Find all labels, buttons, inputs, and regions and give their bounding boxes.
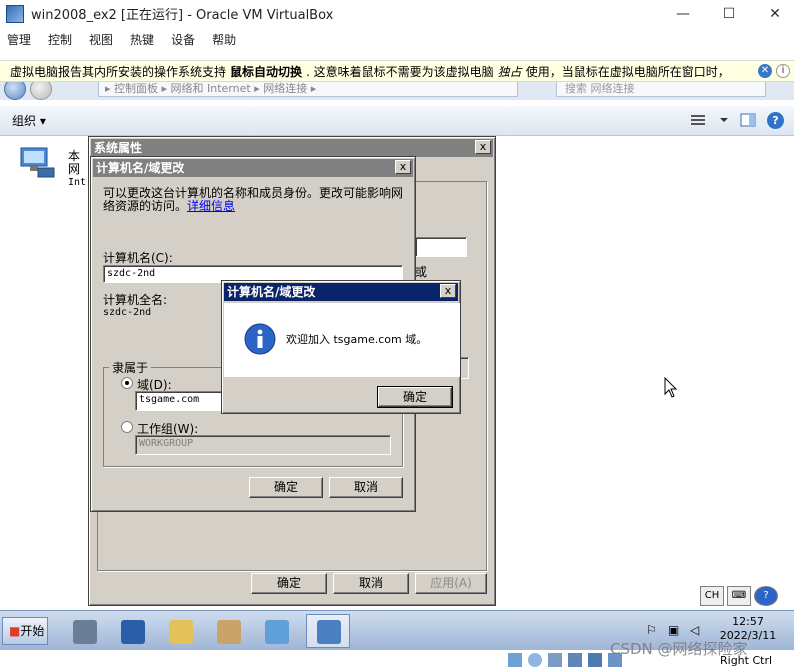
- menu-control[interactable]: 控制: [48, 31, 72, 48]
- search-input[interactable]: 搜索 网络连接: [556, 80, 766, 97]
- welcome-ok-button[interactable]: 确定: [377, 386, 453, 408]
- menu-devices[interactable]: 设备: [171, 31, 195, 48]
- language-bar: CH ⌨ ?: [700, 586, 778, 608]
- storage-icon[interactable]: [508, 653, 522, 667]
- host-titlebar: win2008_ex2 [正在运行] - Oracle VM VirtualBo…: [0, 0, 794, 27]
- computer-name-close-button[interactable]: x: [395, 160, 411, 174]
- system-taskbar-button[interactable]: [206, 614, 250, 648]
- network-adapter-icon: [20, 147, 55, 178]
- menu-hotkeys[interactable]: 热键: [130, 31, 154, 48]
- system-tools-icon: [217, 620, 241, 644]
- member-of-label: 隶属于: [109, 359, 152, 376]
- breadcrumb[interactable]: ▸ 控制面板 ▸ 网络和 Internet ▸ 网络连接 ▸: [98, 80, 518, 97]
- start-button[interactable]: ■开始: [2, 617, 48, 645]
- help-icon[interactable]: ?: [767, 112, 784, 129]
- close-notification-icon[interactable]: ✕: [758, 64, 772, 78]
- welcome-dialog-title: 计算机名/域更改: [224, 283, 458, 301]
- computer-name-dialog-title: 计算机名/域更改: [93, 159, 413, 177]
- close-button[interactable]: ✕: [752, 0, 794, 27]
- details-link[interactable]: 详细信息: [187, 199, 235, 213]
- server-manager-taskbar-button[interactable]: [62, 614, 106, 648]
- status-icons: [508, 653, 622, 667]
- system-properties-title: 系统属性: [91, 139, 493, 157]
- language-help-icon[interactable]: ?: [754, 586, 778, 606]
- virtualbox-app-icon: [6, 4, 24, 23]
- preview-pane-icon[interactable]: [740, 113, 756, 127]
- computer-description-field[interactable]: [415, 237, 467, 257]
- workgroup-input[interactable]: WORKGROUP: [135, 435, 391, 455]
- info-icon[interactable]: i: [776, 64, 790, 78]
- network-status-icon[interactable]: [568, 653, 582, 667]
- computer-name-ok-button[interactable]: 确定: [249, 477, 323, 498]
- view-options-icon[interactable]: [690, 113, 706, 127]
- volume-icon[interactable]: ◁: [690, 623, 699, 637]
- usb-icon[interactable]: [588, 653, 602, 667]
- menu-view[interactable]: 视图: [89, 31, 113, 48]
- powershell-icon: [121, 620, 145, 644]
- partial-label: 或: [415, 265, 428, 279]
- network-connections-icon: [317, 620, 341, 644]
- welcome-dialog: 计算机名/域更改 x 欢迎加入 tsgame.com 域。 确定: [221, 280, 461, 414]
- maximize-button[interactable]: ☐: [706, 0, 752, 27]
- menu-help[interactable]: 帮助: [212, 31, 236, 48]
- keyboard-icon[interactable]: ⌨: [727, 586, 751, 606]
- menu-manage[interactable]: 管理: [7, 31, 31, 48]
- folder-icon: [169, 620, 193, 644]
- network-connections-taskbar-button[interactable]: [306, 614, 350, 648]
- computer-name-label: 计算机名(C):: [103, 251, 173, 265]
- computer-name-cancel-button[interactable]: 取消: [329, 477, 403, 498]
- chevron-down-icon[interactable]: [716, 113, 732, 127]
- full-name-value: szdc-2nd: [103, 307, 152, 318]
- description-text: 可以更改这台计算机的名称和成员身份。更改可能影响网络资源的访问。详细信息: [103, 186, 404, 213]
- mouse-integration-notification: 虚拟电脑报告其内所安装的操作系统支持 鼠标自动切换 . 这意味着鼠标不需要为该虚…: [0, 60, 794, 82]
- host-key-label: Right Ctrl: [720, 654, 773, 667]
- network-connection-item[interactable]: 本 网 Int: [18, 146, 86, 188]
- flag-icon[interactable]: ⚐: [646, 623, 657, 637]
- system-properties-close-button[interactable]: x: [475, 140, 491, 154]
- control-panel-taskbar-button[interactable]: [254, 614, 298, 648]
- system-properties-apply-button[interactable]: 应用(A): [415, 573, 487, 594]
- command-bar: 组织 ▾ ?: [0, 106, 794, 136]
- host-window-title: win2008_ex2 [正在运行] - Oracle VM VirtualBo…: [31, 8, 334, 23]
- control-panel-icon: [265, 620, 289, 644]
- mouse-cursor-icon: [664, 377, 678, 398]
- system-properties-ok-button[interactable]: 确定: [251, 573, 327, 594]
- workgroup-radio[interactable]: [121, 421, 133, 433]
- minimize-button[interactable]: —: [660, 0, 706, 27]
- host-menubar: 管理 控制 视图 热键 设备 帮助: [0, 27, 794, 51]
- information-icon: [244, 323, 276, 355]
- domain-radio[interactable]: [121, 377, 133, 389]
- organize-button[interactable]: 组织 ▾: [12, 112, 46, 129]
- explorer-taskbar-button[interactable]: [158, 614, 202, 648]
- language-indicator[interactable]: CH: [700, 586, 724, 606]
- server-manager-icon: [73, 620, 97, 644]
- welcome-close-button[interactable]: x: [440, 284, 456, 298]
- full-name-label: 计算机全名:: [103, 293, 168, 307]
- optical-drive-icon[interactable]: [528, 653, 542, 667]
- audio-icon[interactable]: [548, 653, 562, 667]
- system-properties-cancel-button[interactable]: 取消: [333, 573, 409, 594]
- network-tray-icon[interactable]: ▣: [668, 623, 679, 637]
- clock-time: 12:57: [732, 615, 764, 628]
- network-item-label: 本 网 Int: [68, 149, 87, 189]
- powershell-taskbar-button[interactable]: [110, 614, 154, 648]
- welcome-message: 欢迎加入 tsgame.com 域。: [286, 333, 428, 346]
